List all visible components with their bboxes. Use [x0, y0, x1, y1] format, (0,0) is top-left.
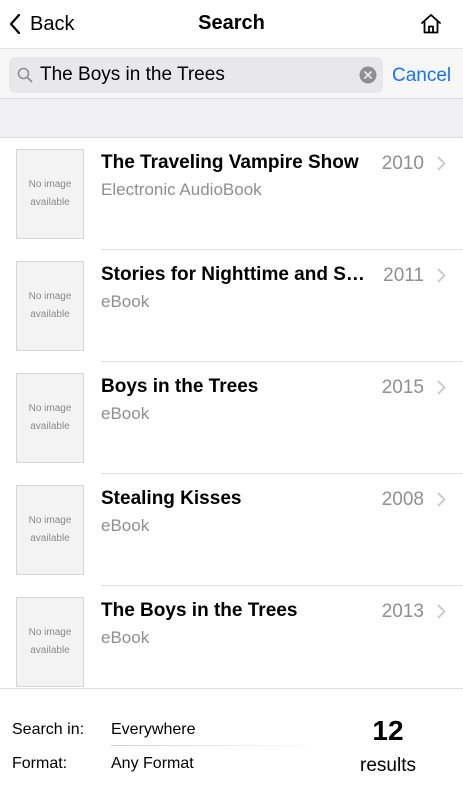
no-image-thumbnail: No image available [16, 485, 84, 575]
result-row[interactable]: No image available The Traveling Vampire… [0, 138, 463, 250]
thumbnail-text: available [30, 421, 70, 432]
thumbnail-text: No image [28, 515, 72, 526]
thumbnail-text: No image [28, 403, 72, 414]
search-icon [17, 67, 33, 83]
results-list: No image available The Traveling Vampire… [0, 138, 463, 688]
chevron-right-icon [437, 604, 446, 619]
result-year: 2008 [381, 489, 424, 510]
page-title: Search [198, 12, 265, 34]
result-format: eBook [101, 292, 150, 311]
format-label: Format: [12, 755, 68, 772]
search-options-footer: Search in: Everywhere Format: Any Format 1… [0, 688, 463, 800]
result-row[interactable]: No image available Boys in the Trees eBo… [0, 362, 463, 474]
thumbnail-text: available [30, 197, 70, 208]
chevron-right-icon [437, 268, 446, 283]
cancel-button[interactable]: Cancel [392, 65, 451, 87]
no-image-thumbnail: No image available [16, 373, 84, 463]
search-in-row[interactable]: Search in: Everywhere [12, 721, 195, 739]
result-row[interactable]: No image available Stories for Nighttime… [0, 250, 463, 362]
chevron-right-icon [437, 380, 446, 395]
home-icon[interactable] [419, 12, 443, 36]
search-in-value[interactable]: Everywhere [111, 721, 195, 738]
thumbnail-text: No image [28, 291, 72, 302]
thumbnail-text: available [30, 645, 70, 656]
footer-divider [111, 745, 321, 746]
chevron-right-icon [437, 156, 446, 171]
search-input[interactable] [40, 57, 360, 93]
result-year: 2013 [381, 601, 424, 622]
clear-search-icon[interactable] [359, 66, 377, 84]
no-image-thumbnail: No image available [16, 261, 84, 351]
format-value[interactable]: Any Format [111, 755, 194, 772]
search-in-label: Search in: [12, 721, 85, 738]
result-format: eBook [101, 628, 150, 647]
thumbnail-text: available [30, 533, 70, 544]
result-title: Stealing Kisses [101, 488, 242, 509]
navigation-bar: Back Search [0, 0, 463, 48]
format-row[interactable]: Format: Any Format [12, 755, 194, 773]
result-count-number: 12 [372, 715, 404, 746]
result-format: eBook [101, 404, 150, 423]
result-count: 12 results [348, 715, 428, 777]
result-title: The Traveling Vampire Show [101, 152, 359, 173]
search-bar: Cancel [0, 48, 463, 98]
result-row[interactable]: No image available The Boys in the Trees… [0, 586, 463, 688]
result-title: Boys in the Trees [101, 376, 259, 397]
thumbnail-text: No image [28, 179, 72, 190]
chevron-right-icon [437, 492, 446, 507]
filter-band [0, 98, 463, 138]
no-image-thumbnail: No image available [16, 149, 84, 239]
result-title: The Boys in the Trees [101, 600, 298, 621]
result-title: Stories for Nighttime and Some for the D… [101, 264, 373, 285]
no-image-thumbnail: No image available [16, 597, 84, 687]
result-format: eBook [101, 516, 150, 535]
search-field-container[interactable] [9, 57, 383, 93]
thumbnail-text: No image [28, 627, 72, 638]
result-year: 2010 [381, 153, 424, 174]
thumbnail-text: available [30, 309, 70, 320]
result-year: 2015 [381, 377, 424, 398]
result-row[interactable]: No image available Stealing Kisses eBook… [0, 474, 463, 586]
result-year: 2011 [383, 265, 424, 286]
result-count-label: results [360, 755, 416, 776]
result-format: Electronic AudioBook [101, 180, 262, 199]
